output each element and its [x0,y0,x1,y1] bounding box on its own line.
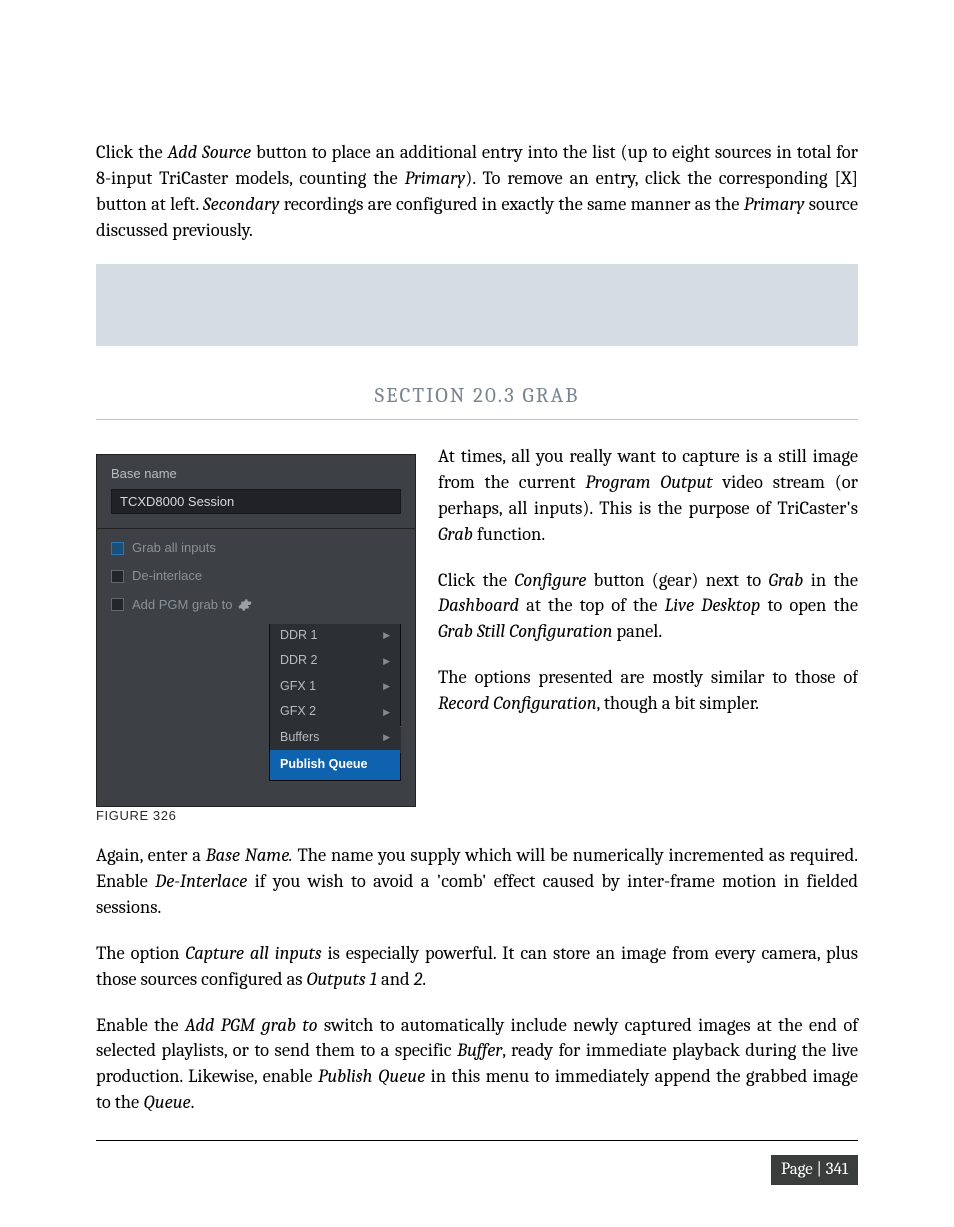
footer-rule [96,1140,858,1141]
menu-item-label: Buffers [280,729,319,747]
gear-icon[interactable] [238,598,252,612]
menu-item-label: GFX 2 [280,703,316,721]
chevron-right-icon: ▶ [383,629,390,642]
chevron-right-icon: ▶ [383,706,390,719]
chevron-right-icon: ▶ [383,731,390,744]
base-name-input[interactable] [111,489,401,514]
intro-paragraph: Click the Add Source button to place an … [96,140,858,244]
page-number: Page | 341 [771,1155,858,1185]
tooltip-fragment: ie [400,726,401,754]
de-interlace-checkbox[interactable] [111,570,124,583]
add-pgm-grab-checkbox[interactable] [111,598,124,611]
chevron-right-icon: ▶ [383,680,390,693]
grab-all-inputs-checkbox[interactable] [111,542,124,555]
menu-item-label: DDR 2 [280,652,318,670]
menu-item-ddr1[interactable]: DDR 1 ▶ [270,624,400,649]
section-title: SECTION 20.3 GRAB [96,382,858,411]
body-para-1: Again, enter a Base Name. The name you s… [96,843,858,921]
menu-item-label: GFX 1 [280,678,316,696]
menu-item-publish-queue[interactable]: Publish Queue [270,750,400,780]
menu-item-buffers[interactable]: Buffers ▶ [270,725,400,751]
callout-blank-box [96,264,858,346]
body-para-3: Enable the Add PGM grab to switch to aut… [96,1013,858,1117]
section-title-underline [96,419,858,420]
base-name-label: Base name [111,465,401,483]
body-para-2: The option Capture all inputs is especia… [96,941,858,993]
figure-caption: FIGURE 326 [96,807,858,825]
grab-config-panel: Base name Grab all inputs De-interlace A… [96,454,416,807]
menu-item-label: DDR 1 [280,627,318,645]
chevron-right-icon: ▶ [383,655,390,668]
grab-all-inputs-label: Grab all inputs [132,539,216,557]
add-pgm-grab-label: Add PGM grab to [132,596,232,614]
pgm-grab-menu: DDR 1 ▶ DDR 2 ▶ GFX 1 ▶ GFX 2 [269,624,401,781]
de-interlace-label: De-interlace [132,567,202,585]
menu-item-gfx2[interactable]: GFX 2 ▶ [270,699,400,725]
menu-item-ddr2[interactable]: DDR 2 ▶ [270,648,400,674]
menu-item-label: Publish Queue [280,756,368,774]
menu-item-gfx1[interactable]: GFX 1 ▶ [270,674,400,700]
